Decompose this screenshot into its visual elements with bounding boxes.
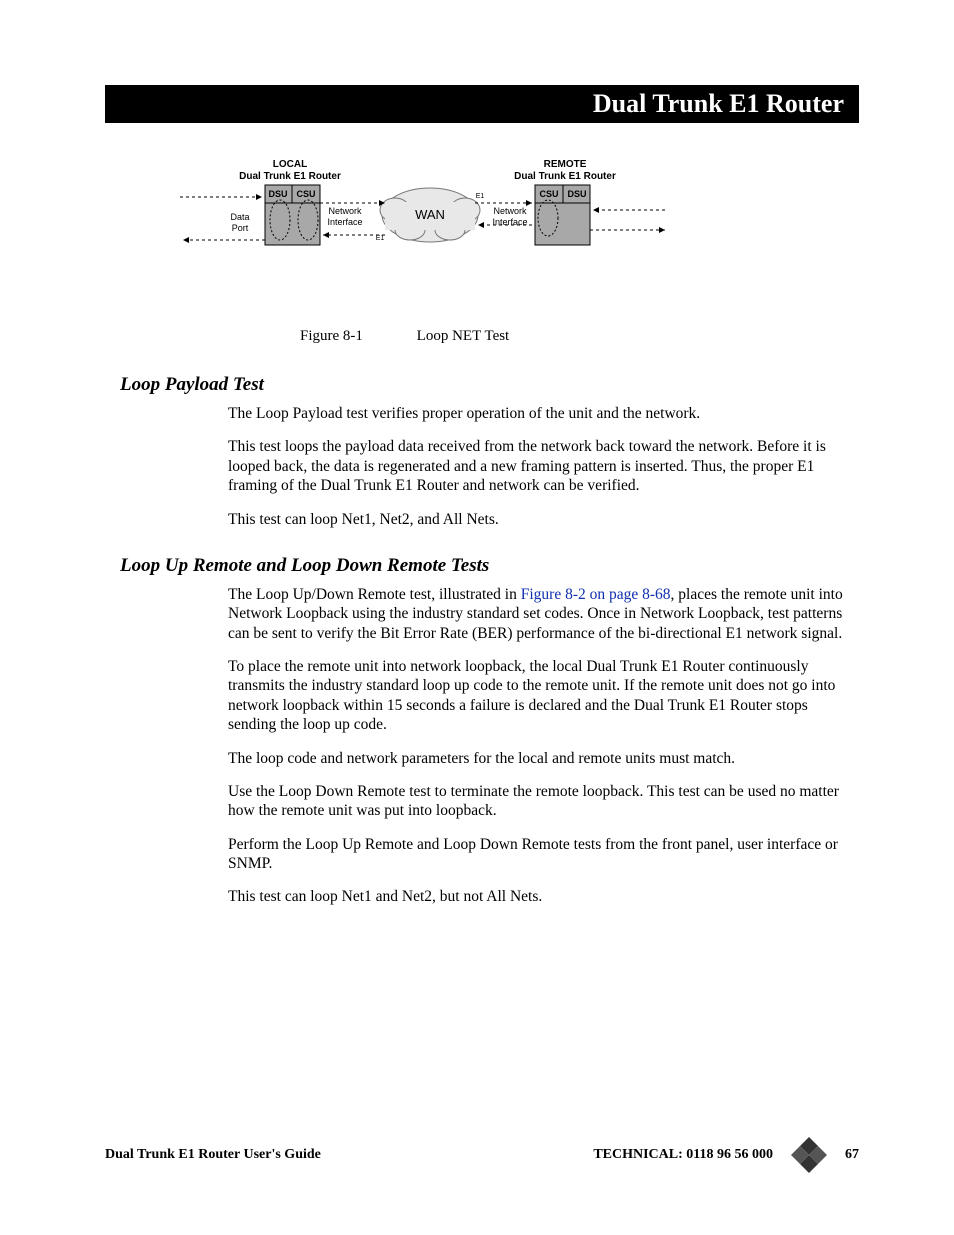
section2-p1a: The Loop Up/Down Remote test, illustrate… [228,586,521,603]
wan-label: WAN [415,207,445,222]
section2-p6: This test can loop Net1 and Net2, but no… [228,887,859,906]
remote-subtitle: Dual Trunk E1 Router [514,171,616,182]
section2-p3: The loop code and network parameters for… [228,749,859,768]
figure-caption: Figure 8-1 Loop NET Test [300,328,509,345]
data-port-line2: Port [232,223,249,233]
local-title: LOCAL [273,159,307,170]
loop-net-diagram: LOCAL Dual Trunk E1 Router REMOTE Dual T… [180,155,710,275]
page-content: Loop Payload Test The Loop Payload test … [120,360,859,921]
section2-p1: The Loop Up/Down Remote test, illustrate… [228,585,859,643]
page-header: Dual Trunk E1 Router [105,85,859,123]
section2-p2: To place the remote unit into network lo… [228,657,859,735]
remote-title: REMOTE [544,159,587,170]
remote-netif-line2: Interface [492,217,527,227]
remote-csu: CSU [539,189,558,199]
data-port-line1: Data [230,212,249,222]
local-netif-line1: Network [328,206,362,216]
figure-8-2-link[interactable]: Figure 8-2 on page 8-68 [521,586,671,603]
section-heading-loop-payload: Loop Payload Test [120,374,859,396]
diamond-logo-icon [791,1137,827,1173]
local-netif-line2: Interface [327,217,362,227]
figure-number: Figure 8-1 [300,328,363,344]
footer-right: TECHNICAL: 0118 96 56 000 67 [593,1137,859,1173]
figure-title: Loop NET Test [417,328,510,344]
section1-p2: This test loops the payload data receive… [228,437,859,495]
remote-dsu: DSU [567,189,586,199]
remote-netif-line1: Network [493,206,527,216]
page-footer: Dual Trunk E1 Router User's Guide TECHNI… [105,1137,859,1173]
e1-label-top: E1 [476,193,485,200]
section1-p3: This test can loop Net1, Net2, and All N… [228,510,859,529]
footer-guide-title: Dual Trunk E1 Router User's Guide [105,1147,321,1163]
local-csu: CSU [296,189,315,199]
section2-p5: Perform the Loop Up Remote and Loop Down… [228,835,859,874]
header-title: Dual Trunk E1 Router [593,89,844,119]
e1-label-bottom: E1 [376,235,385,242]
local-subtitle: Dual Trunk E1 Router [239,171,341,182]
section-heading-loop-remote: Loop Up Remote and Loop Down Remote Test… [120,555,859,577]
footer-technical: TECHNICAL: 0118 96 56 000 [593,1147,773,1163]
local-dsu: DSU [268,189,287,199]
footer-page-number: 67 [845,1147,859,1163]
section1-p1: The Loop Payload test verifies proper op… [228,404,859,423]
section2-p4: Use the Loop Down Remote test to termina… [228,782,859,821]
